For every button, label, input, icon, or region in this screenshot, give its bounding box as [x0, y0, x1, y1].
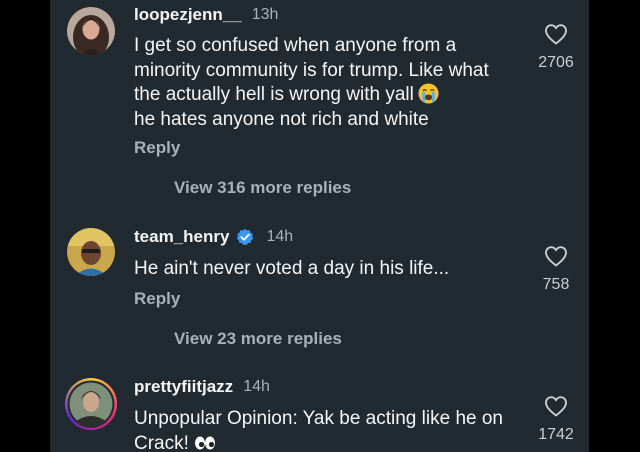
loudly-crying-face-icon — [418, 83, 439, 104]
heart-icon[interactable] — [544, 245, 568, 267]
eyes-icon — [194, 436, 215, 449]
comment-text-main: Unpopular Opinion: Yak be acting like he… — [134, 408, 503, 452]
like-group: 758 — [528, 245, 584, 294]
comment-meta: team_henry 14h — [134, 227, 293, 247]
comment-text: I get so confused when anyone from a min… — [134, 34, 514, 132]
comment-meta: prettyfiitjazz 14h — [134, 377, 270, 397]
verified-badge-icon — [237, 228, 254, 246]
like-count: 1742 — [538, 426, 574, 443]
avatar[interactable] — [67, 228, 115, 276]
avatar-story-ring[interactable] — [65, 378, 117, 430]
comment-text: He ain't never voted a day in his life..… — [134, 258, 450, 279]
view-more-replies-button[interactable]: View 23 more replies — [174, 329, 342, 349]
username[interactable]: team_henry — [134, 227, 229, 247]
like-group: 2706 — [528, 23, 584, 72]
like-count: 2706 — [538, 54, 574, 71]
heart-icon[interactable] — [544, 23, 568, 45]
reply-button[interactable]: Reply — [134, 138, 180, 158]
like-count: 758 — [542, 276, 570, 293]
comments-panel: loopezjenn__ 13h I get so confused when … — [50, 0, 589, 452]
heart-icon[interactable] — [544, 395, 568, 417]
timestamp: 13h — [251, 6, 279, 23]
timestamp: 14h — [243, 378, 270, 395]
username[interactable]: prettyfiitjazz — [134, 377, 233, 397]
username[interactable]: loopezjenn__ — [134, 5, 242, 25]
timestamp: 14h — [266, 228, 294, 245]
view-more-replies-button[interactable]: View 316 more replies — [174, 178, 351, 198]
like-group: 1742 — [528, 395, 584, 444]
comment-meta: loopezjenn__ 13h — [134, 5, 278, 25]
comment-text: Unpopular Opinion: Yak be acting like he… — [134, 407, 506, 452]
reply-button[interactable]: Reply — [134, 289, 180, 309]
comment-text-end: he hates anyone not rich and white — [134, 108, 429, 130]
avatar[interactable] — [67, 7, 115, 55]
